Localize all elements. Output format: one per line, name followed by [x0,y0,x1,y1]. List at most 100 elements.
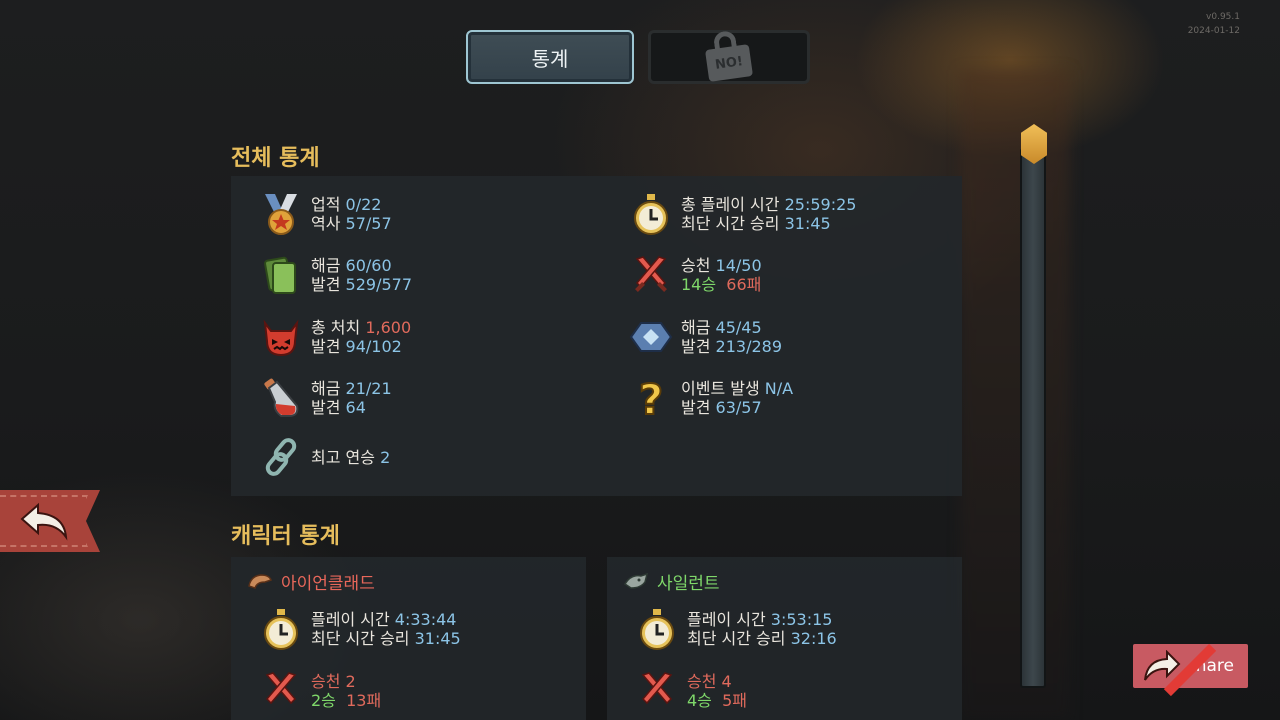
char-playtime-value: 4:33:44 [394,610,457,629]
character-stats-title: 캐릭터 통계 [231,524,340,549]
kills-label: 총 처치 [311,318,361,337]
scrollbar-track[interactable] [1020,148,1046,688]
svg-text:?: ? [639,376,663,420]
playtime-label: 총 플레이 시간 [681,195,780,214]
background-tower [960,70,1070,720]
stat-playtime: 총 플레이 시간 25:59:25 최단 시간 승리 31:45 [629,192,856,236]
history-value: 57/57 [345,214,392,233]
back-arrow-icon [20,502,68,541]
cards-seen-label: 발견 [311,275,341,294]
question-icon: ? [629,376,673,420]
stopwatch-icon [259,607,303,651]
char-playtime-label: 플레이 시간 [311,610,390,629]
potions-seen-label: 발견 [311,398,341,417]
char-asc-value: 2 [345,672,356,691]
achievements-value: 0/22 [345,195,382,214]
char-fastest-label: 최단 시간 승리 [687,629,786,648]
crossed-swords-icon [635,669,679,713]
enemies-seen-label: 발견 [311,337,341,356]
character-playtime: 플레이 시간 4:33:44 최단 시간 승리 31:45 [259,607,461,651]
events-seen-label: 발견 [681,398,711,417]
char-playtime-label: 플레이 시간 [687,610,766,629]
events-label: 이벤트 발생 [681,379,760,398]
char-asc-value: 4 [721,672,732,691]
cards-seen-value: 529/577 [345,275,413,294]
stopwatch-icon [635,607,679,651]
char-fastest-value: 32:16 [790,629,837,648]
character-ascension: 승천 2 2승 13패 [259,669,381,713]
relic-gem-icon [629,315,673,359]
ascension-value: 14/50 [715,256,762,275]
char-playtime-value: 3:53:15 [770,610,833,629]
streak-value: 2 [380,447,391,467]
potion-icon [259,376,303,420]
character-name: 아이언클래드 [281,574,375,594]
tab-stats[interactable]: 통계 [466,30,634,84]
overall-stats-panel: 업적 0/22 역사 57/57 해금 60/60 발견 529/577 총 처 [231,176,962,496]
enemies-seen-value: 94/102 [345,337,402,356]
cards-icon [259,253,303,297]
character-name: 사일런트 [657,574,720,594]
events-value: N/A [764,379,794,398]
overall-stats-title: 전체 통계 [231,146,320,171]
back-button[interactable] [0,490,100,552]
achievements-label: 업적 [311,195,341,214]
kills-value: 1,600 [365,318,412,337]
tab-locked[interactable]: NO! [648,29,810,84]
stat-kills: 총 처치 1,600 발견 94/102 [259,315,411,359]
relics-unlocked-label: 해금 [681,318,711,337]
relics-seen-value: 213/289 [715,337,783,356]
character-ascension: 승천 4 4승 5패 [635,669,747,713]
lock-label: NO! [714,53,744,73]
character-name-row: 아이언클래드 [247,569,375,594]
stopwatch-icon [629,192,673,236]
silent-icon [623,572,649,589]
char-fastest-label: 최단 시간 승리 [311,629,410,648]
demon-skull-icon [259,315,303,359]
ironclad-icon [248,573,272,589]
char-wins: 2승 [311,691,336,710]
version-line: v0.95.1 [1206,12,1240,22]
history-label: 역사 [311,214,341,233]
potions-unlocked-value: 21/21 [345,379,392,398]
streak-label: 최고 연승 [311,447,375,467]
ascension-wins: 14승 [681,275,717,294]
share-button[interactable]: hare [1133,643,1248,697]
stat-potions: 해금 21/21 발견 64 [259,376,392,420]
medal-icon [259,192,303,236]
potions-seen-value: 64 [345,398,366,417]
char-wins: 4승 [687,691,712,710]
character-name-row: 사일런트 [623,569,720,594]
relics-unlocked-value: 45/45 [715,318,762,337]
char-fastest-value: 31:45 [414,629,461,648]
cards-unlocked-value: 60/60 [345,256,392,275]
fastest-win-label: 최단 시간 승리 [681,214,780,233]
ascension-losses: 66패 [726,275,762,294]
date-line: 2024-01-12 [1187,26,1240,36]
stat-relics: 해금 45/45 발견 213/289 [629,315,782,359]
stat-cards: 해금 60/60 발견 529/577 [259,253,412,297]
char-losses: 5패 [722,691,747,710]
chain-icon [259,435,303,479]
stat-ascension: 승천 14/50 14승 66패 [629,253,762,297]
cards-unlocked-label: 해금 [311,256,341,275]
events-seen-value: 63/57 [715,398,762,417]
stat-achievements: 업적 0/22 역사 57/57 [259,192,392,236]
relics-seen-label: 발견 [681,337,711,356]
crossed-swords-icon [259,669,303,713]
char-asc-label: 승천 [311,672,341,691]
crossed-swords-icon [629,253,673,297]
stat-streak: 최고 연승 2 [259,435,390,479]
tab-stats-label: 통계 [531,46,569,71]
char-losses: 13패 [346,691,382,710]
lock-icon: NO! [704,29,754,82]
playtime-value: 25:59:25 [784,195,857,214]
character-playtime: 플레이 시간 3:53:15 최단 시간 승리 32:16 [635,607,837,651]
character-card-silent: 사일런트 플레이 시간 3:53:15 최단 시간 승리 32:16 승천 4 … [607,557,962,720]
potions-unlocked-label: 해금 [311,379,341,398]
fastest-win-value: 31:45 [784,214,831,233]
ascension-label: 승천 [681,256,711,275]
version-label: v0.95.1 2024-01-12 [1188,10,1240,38]
character-card-ironclad: 아이언클래드 플레이 시간 4:33:44 최단 시간 승리 31:45 승천 … [231,557,586,720]
stat-events: ? 이벤트 발생 N/A 발견 63/57 [629,376,793,420]
